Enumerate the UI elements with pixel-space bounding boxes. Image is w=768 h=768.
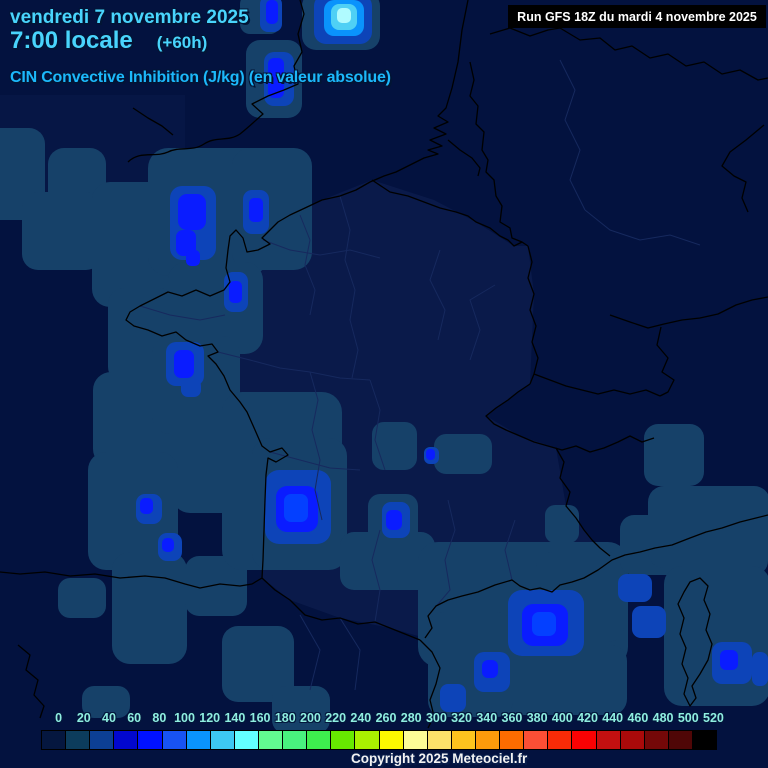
scale-cell (162, 731, 187, 749)
scale-label: 460 (627, 711, 649, 725)
scale-label: 80 (152, 711, 167, 725)
scale-cell (548, 731, 573, 749)
scale-label: 480 (652, 711, 674, 725)
scale-label: 60 (127, 711, 142, 725)
scale-cell (451, 731, 476, 749)
scale-label: 520 (703, 711, 724, 725)
time-title: 7:00 locale (+60h) (10, 27, 207, 55)
scale-label: 20 (76, 711, 91, 725)
weather-map-page: vendredi 7 novembre 2025 7:00 locale (+60… (0, 0, 768, 768)
scale-label: 120 (199, 711, 221, 725)
scale-cell (596, 731, 621, 749)
scale-label: 100 (174, 711, 195, 725)
scale-cell (620, 731, 645, 749)
parameter-title: CIN Convective Inhibition (J/kg) (en val… (10, 69, 391, 86)
weather-map[interactable] (0, 0, 768, 768)
scale-label: 440 (602, 711, 624, 725)
scale-label: 200 (300, 711, 321, 725)
scale-label: 280 (400, 711, 422, 725)
scale-label: 160 (249, 711, 271, 725)
scale-cell (114, 731, 139, 749)
scale-cell (186, 731, 211, 749)
scale-cell (90, 731, 115, 749)
scale-cell (355, 731, 380, 749)
scale-cell (283, 731, 308, 749)
scale-cell (692, 731, 717, 749)
copyright-label: Copyright 2025 Meteociel.fr (351, 751, 528, 766)
scale-cell (234, 731, 259, 749)
scale-cell (42, 731, 67, 749)
scale-label: 500 (677, 711, 699, 725)
scale-cell (210, 731, 235, 749)
scale-label: 380 (526, 711, 548, 725)
scale-label: 40 (102, 711, 116, 725)
scale-colorbar (41, 730, 717, 750)
scale-label: 240 (350, 711, 372, 725)
scale-label: 180 (274, 711, 296, 725)
scale-cell (427, 731, 452, 749)
scale-cell (138, 731, 163, 749)
scale-cell (258, 731, 284, 749)
scale-cell (572, 731, 597, 749)
scale-cell (475, 731, 501, 749)
scale-label: 320 (451, 711, 473, 725)
scale-cell (379, 731, 404, 749)
scale-label: 0 (55, 711, 63, 725)
scale-label: 400 (551, 711, 573, 725)
scale-cell (668, 731, 693, 749)
scale-cell (307, 731, 332, 749)
scale-label: 140 (224, 711, 246, 725)
forecast-offset-label: (+60h) (156, 33, 208, 52)
scale-cell (644, 731, 669, 749)
scale-label: 420 (577, 711, 598, 725)
scale-labels: 0 20 40 60 80 100 120 140 160 180 200 220 240 260 280 3… (46, 711, 726, 726)
scale-label: 340 (476, 711, 498, 725)
local-time-label: 7:00 locale (10, 27, 133, 54)
scale-label: 300 (425, 711, 447, 725)
run-info-box: Run GFS 18Z du mardi 4 novembre 2025 (508, 5, 766, 28)
scale-cell (524, 731, 549, 749)
scale-cell (331, 731, 356, 749)
scale-cell (403, 731, 428, 749)
scale-cell (66, 731, 91, 749)
scale-label: 360 (501, 711, 523, 725)
scale-label: 260 (375, 711, 397, 725)
scale-label: 220 (325, 711, 347, 725)
scale-cell (500, 731, 525, 749)
date-title: vendredi 7 novembre 2025 (10, 7, 249, 28)
run-info-label: Run GFS 18Z du mardi 4 novembre 2025 (517, 9, 757, 24)
